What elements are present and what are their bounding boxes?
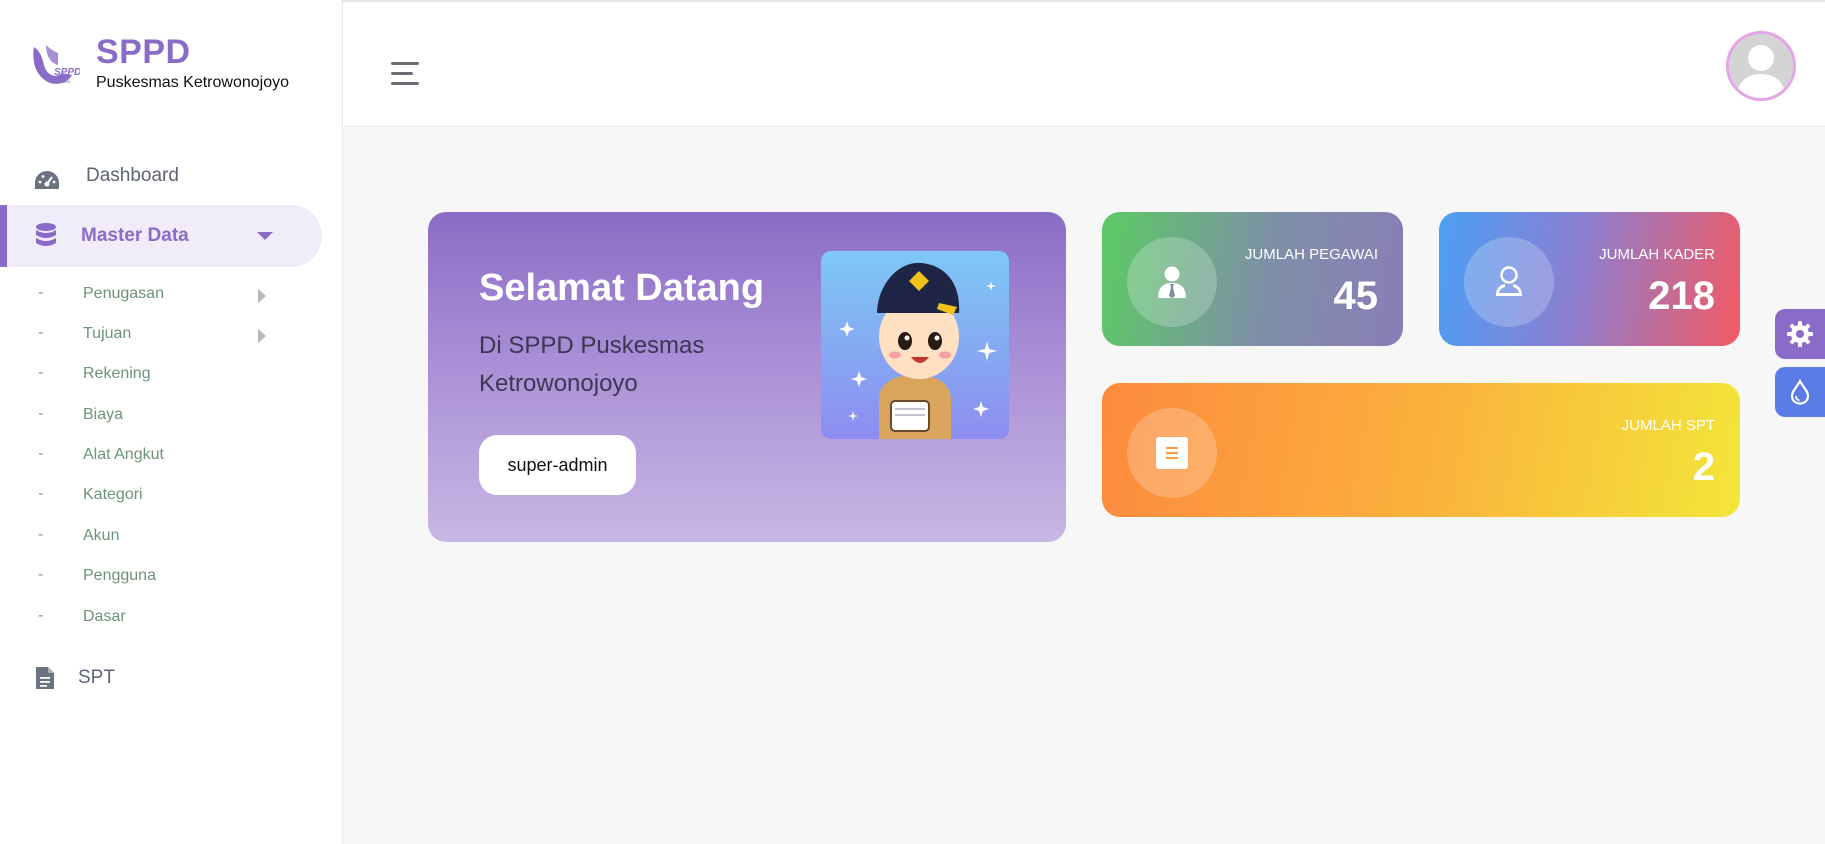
sppd-logo-icon: SPPD ONLINE [33, 45, 80, 84]
brand-subtitle: Puskesmas Ketrowonojoyo [96, 74, 289, 91]
sidebar-item-spt[interactable]: SPT [0, 647, 322, 709]
bullet-dash: - [38, 445, 44, 462]
database-icon [33, 222, 59, 248]
user-avatar-icon[interactable] [1726, 31, 1796, 101]
submenu-label: Dasar [83, 608, 126, 625]
bullet-dash: - [38, 566, 44, 583]
document-list-icon [1127, 408, 1217, 498]
submenu-label: Akun [83, 527, 120, 544]
sidebar-item-label: Dashboard [86, 165, 179, 186]
submenu-label: Tujuan [83, 325, 132, 342]
document-icon [32, 665, 58, 691]
stat-label: JUMLAH SPT [1621, 417, 1715, 434]
submenu-item-penugasan[interactable]: - Penugasan [0, 280, 300, 310]
officer-mascot-illustration [821, 251, 1009, 439]
bullet-dash: - [38, 405, 44, 422]
stat-label: JUMLAH PEGAWAI [1244, 246, 1378, 263]
welcome-title: Selamat Datang [479, 267, 765, 309]
submenu-label: Pengguna [83, 567, 156, 584]
logo-small-text: ONLINE [56, 79, 71, 84]
stat-card-spt[interactable]: JUMLAH SPT 2 [1102, 383, 1740, 517]
sidebar-item-master-data[interactable]: Master Data [0, 205, 322, 267]
settings-gear-button[interactable] [1775, 309, 1825, 359]
sidebar-item-dashboard[interactable]: Dashboard [0, 150, 322, 212]
sidebar: SPPD ONLINE SPPD Puskesmas Ketrowonojoyo… [0, 0, 343, 844]
water-drop-icon [1790, 379, 1810, 405]
gear-icon [1787, 321, 1813, 347]
chevron-down-icon [257, 232, 273, 240]
logo-text: SPPD [54, 67, 80, 78]
topbar [343, 0, 1825, 127]
submenu-item-akun[interactable]: - Akun [0, 522, 300, 552]
dashboard-gauge-icon [34, 168, 60, 194]
employee-icon [1127, 237, 1217, 327]
brand[interactable]: SPPD ONLINE SPPD Puskesmas Ketrowonojoyo [28, 33, 328, 93]
submenu-item-dasar[interactable]: - Dasar [0, 603, 300, 633]
bullet-dash: - [38, 324, 44, 341]
submenu-label: Rekening [83, 365, 151, 382]
welcome-card: Selamat Datang Di SPPD Puskesmas Ketrowo… [428, 212, 1066, 542]
submenu-item-alat-angkut[interactable]: - Alat Angkut [0, 441, 300, 471]
submenu-label: Biaya [83, 406, 124, 423]
submenu-item-tujuan[interactable]: - Tujuan [0, 320, 300, 350]
brand-title: SPPD [96, 33, 191, 71]
submenu-label: Alat Angkut [83, 446, 164, 463]
submenu-item-rekening[interactable]: - Rekening [0, 360, 300, 390]
bullet-dash: - [38, 485, 44, 502]
bullet-dash: - [38, 364, 44, 381]
bullet-dash: - [38, 607, 44, 624]
hamburger-menu-icon[interactable] [391, 62, 421, 86]
stat-label: JUMLAH KADER [1599, 246, 1715, 263]
submenu-label: Penugasan [83, 285, 164, 302]
bullet-dash: - [38, 526, 44, 543]
bullet-dash: - [38, 284, 44, 301]
sidebar-item-label: SPT [78, 667, 115, 688]
chevron-right-icon [258, 329, 266, 343]
submenu-label: Kategori [83, 486, 143, 503]
stat-card-kader[interactable]: JUMLAH KADER 218 [1439, 212, 1740, 346]
theme-drop-button[interactable] [1775, 367, 1825, 417]
submenu-item-biaya[interactable]: - Biaya [0, 401, 300, 431]
submenu-item-kategori[interactable]: - Kategori [0, 481, 300, 511]
stat-value: 218 [1648, 274, 1715, 318]
stat-value: 45 [1333, 274, 1379, 318]
welcome-subtitle: Di SPPD Puskesmas Ketrowonojoyo [479, 332, 705, 397]
role-badge-button[interactable]: super-admin [479, 435, 636, 495]
chevron-right-icon [258, 289, 266, 303]
person-outline-icon [1464, 237, 1554, 327]
stat-card-pegawai[interactable]: JUMLAH PEGAWAI 45 [1102, 212, 1403, 346]
submenu-item-pengguna[interactable]: - Pengguna [0, 562, 300, 592]
stat-value: 2 [1692, 445, 1715, 489]
sidebar-item-label: Master Data [81, 225, 189, 246]
